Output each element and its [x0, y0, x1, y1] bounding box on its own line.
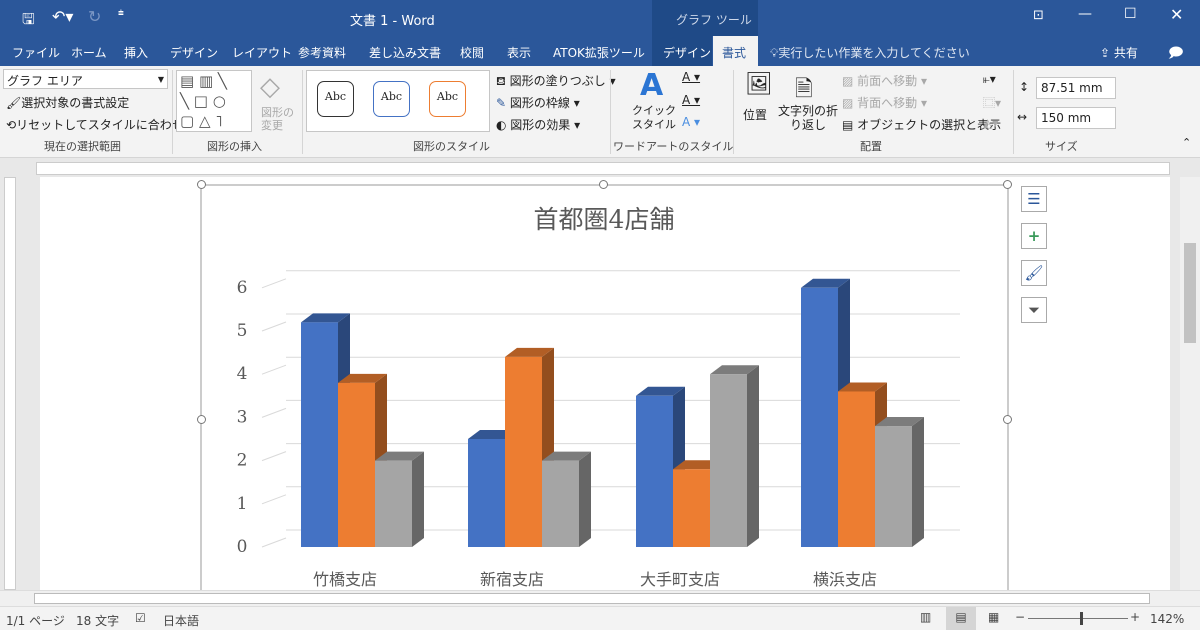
word-count[interactable]: 18 文字	[76, 612, 119, 629]
y-tick-label: 6	[237, 278, 248, 298]
y-tick-label: 3	[237, 407, 248, 427]
y-tick-label: 1	[237, 494, 248, 514]
bar-front	[636, 395, 673, 547]
bar-side	[747, 365, 759, 547]
bar-front	[338, 382, 375, 547]
y-tick-label: 5	[237, 321, 248, 341]
zoom-slider-thumb[interactable]	[1080, 612, 1083, 625]
bar-front	[301, 322, 338, 547]
x-tick-label: 竹橋支店	[313, 570, 377, 589]
bar[interactable]	[875, 417, 924, 547]
bar[interactable]	[710, 365, 759, 547]
y-tick-label: 4	[237, 364, 248, 384]
zoom-in-button[interactable]: +	[1130, 610, 1140, 624]
brush-icon: 🖌︎	[1024, 264, 1044, 282]
bar-front	[710, 374, 747, 547]
bar-front	[838, 391, 875, 547]
filter-icon: ⏷	[1027, 301, 1040, 319]
print-layout-icon[interactable]: ▤	[946, 607, 976, 630]
horizontal-scrollbar[interactable]	[0, 590, 1200, 606]
x-tick-label: 大手町支店	[640, 570, 720, 589]
bar-side	[579, 451, 591, 547]
resize-handle[interactable]	[1003, 180, 1012, 189]
bar-front	[673, 469, 710, 547]
bar[interactable]	[375, 451, 424, 547]
chart-area[interactable]: 首都圏4店舗 0 1 2 3 4 5 6 竹橋支店 新宿支店 大手町支店 横浜支店	[0, 0, 1200, 630]
page-count[interactable]: 1/1 ページ	[6, 612, 65, 629]
zoom-level[interactable]: 142%	[1150, 612, 1184, 626]
x-tick-label: 横浜支店	[813, 570, 877, 589]
layout-options-button[interactable]: ☰	[1021, 186, 1047, 212]
bar-front	[375, 460, 412, 547]
bar-front	[505, 356, 542, 547]
proofing-icon[interactable]: ☑	[135, 611, 146, 625]
status-bar: 1/1 ページ 18 文字 ☑ 日本語 ▥ ▤ ▦ − + 142%	[0, 606, 1200, 630]
bar-front	[468, 439, 505, 547]
vertical-scrollbar[interactable]	[1180, 177, 1200, 590]
y-tick-label: 2	[237, 451, 248, 471]
bar-side	[912, 417, 924, 547]
chart-title[interactable]: 首都圏4店舗	[534, 205, 675, 234]
chart-styles-button[interactable]: 🖌︎	[1021, 260, 1047, 286]
chart-filters-button[interactable]: ⏷	[1021, 297, 1047, 323]
resize-handle[interactable]	[599, 180, 608, 189]
plus-icon: +	[1027, 227, 1041, 245]
bar-front	[801, 287, 838, 547]
resize-handle[interactable]	[1003, 415, 1012, 424]
zoom-out-button[interactable]: −	[1015, 610, 1025, 624]
resize-handle[interactable]	[197, 180, 206, 189]
bar-front	[875, 426, 912, 547]
layout-options-icon: ☰	[1027, 190, 1041, 208]
zoom-slider[interactable]	[1028, 618, 1128, 619]
bar[interactable]	[542, 451, 591, 547]
language[interactable]: 日本語	[163, 612, 199, 629]
x-tick-label: 新宿支店	[480, 570, 544, 589]
read-mode-icon[interactable]: ▥	[920, 610, 931, 624]
web-layout-icon[interactable]: ▦	[988, 610, 999, 624]
resize-handle[interactable]	[197, 415, 206, 424]
bar-front	[542, 460, 579, 547]
y-tick-label: 0	[237, 537, 248, 557]
bar-side	[412, 451, 424, 547]
chart-elements-button[interactable]: +	[1021, 223, 1047, 249]
